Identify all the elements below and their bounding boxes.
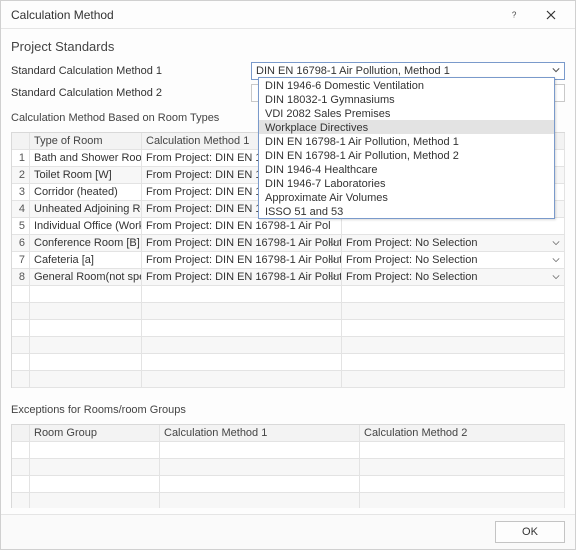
std1-label: Standard Calculation Method 1 bbox=[11, 65, 251, 77]
exceptions-title: Exceptions for Rooms/room Groups bbox=[11, 404, 565, 416]
row-m2[interactable]: From Project: No Selection bbox=[342, 252, 565, 269]
col-idx[interactable] bbox=[12, 133, 30, 150]
row-type: Conference Room [B] bbox=[30, 235, 142, 252]
dropdown-option[interactable]: DIN 18032-1 Gymnasiums bbox=[259, 92, 554, 106]
row-idx: 6 bbox=[12, 235, 30, 252]
std1-dropdown-list[interactable]: DIN 1946-6 Domestic VentilationDIN 18032… bbox=[258, 77, 555, 219]
row-type: Cafeteria [a] bbox=[30, 252, 142, 269]
col-type[interactable]: Type of Room bbox=[30, 133, 142, 150]
row-type: Unheated Adjoining Room bbox=[30, 201, 142, 218]
table-row bbox=[12, 337, 565, 354]
table-row bbox=[12, 476, 565, 493]
exceptions-grid: Room Group Calculation Method 1 Calculat… bbox=[11, 424, 565, 508]
close-button[interactable] bbox=[533, 4, 569, 26]
dropdown-option[interactable]: VDI 2082 Sales Premises bbox=[259, 106, 554, 120]
chevron-down-icon[interactable] bbox=[327, 254, 339, 266]
row-idx: 1 bbox=[12, 150, 30, 167]
dropdown-option[interactable]: Workplace Directives bbox=[259, 120, 554, 134]
row-idx: 8 bbox=[12, 269, 30, 286]
table-row bbox=[12, 354, 565, 371]
table-row[interactable]: 8General Room(not specified)From Project… bbox=[12, 269, 565, 286]
table-row bbox=[12, 442, 565, 459]
table-row bbox=[12, 286, 565, 303]
row-m1[interactable]: From Project: DIN EN 16798-1 Air Polluti… bbox=[142, 269, 342, 286]
dropdown-option[interactable]: ISSO 51 and 53 bbox=[259, 204, 554, 218]
row-type: Corridor (heated) bbox=[30, 184, 142, 201]
row-idx: 7 bbox=[12, 252, 30, 269]
chevron-down-icon[interactable] bbox=[327, 237, 339, 249]
row-m1[interactable]: From Project: DIN EN 16798-1 Air Polluti… bbox=[142, 252, 342, 269]
chevron-down-icon[interactable] bbox=[550, 237, 562, 249]
ok-button[interactable]: OK bbox=[495, 521, 565, 543]
table-row[interactable]: 7Cafeteria [a]From Project: DIN EN 16798… bbox=[12, 252, 565, 269]
row-idx: 2 bbox=[12, 167, 30, 184]
std1-value: DIN EN 16798-1 Air Pollution, Method 1 bbox=[256, 65, 450, 77]
row-m2[interactable]: From Project: No Selection bbox=[342, 235, 565, 252]
help-button[interactable]: ? bbox=[497, 4, 533, 26]
chevron-down-icon[interactable] bbox=[550, 254, 562, 266]
dropdown-option[interactable]: DIN 1946-7 Laboratories bbox=[259, 176, 554, 190]
dropdown-option[interactable]: DIN EN 16798-1 Air Pollution, Method 2 bbox=[259, 148, 554, 162]
ex-col-m2[interactable]: Calculation Method 2 bbox=[360, 425, 565, 442]
table-row[interactable]: 6Conference Room [B]From Project: DIN EN… bbox=[12, 235, 565, 252]
row-type: Toilet Room [W] bbox=[30, 167, 142, 184]
row-m1[interactable]: From Project: DIN EN 16798-1 Air Polluti… bbox=[142, 235, 342, 252]
chevron-down-icon[interactable] bbox=[550, 271, 562, 283]
table-row bbox=[12, 303, 565, 320]
row-type: Individual Office (Working Pla… bbox=[30, 218, 142, 235]
row-type: General Room(not specified) bbox=[30, 269, 142, 286]
table-row bbox=[12, 459, 565, 476]
chevron-down-icon[interactable] bbox=[327, 271, 339, 283]
table-row[interactable]: 5Individual Office (Working Pla…From Pro… bbox=[12, 218, 565, 235]
svg-text:?: ? bbox=[512, 10, 517, 19]
row-m2[interactable]: From Project: No Selection bbox=[342, 269, 565, 286]
dropdown-option[interactable]: DIN 1946-6 Domestic Ventilation bbox=[259, 78, 554, 92]
ex-col-m1[interactable]: Calculation Method 1 bbox=[160, 425, 360, 442]
row-idx: 5 bbox=[12, 218, 30, 235]
row-idx: 3 bbox=[12, 184, 30, 201]
row-m1[interactable]: From Project: DIN EN 16798-1 Air Pol bbox=[142, 218, 342, 235]
row-type: Bath and Shower Room (Priv… bbox=[30, 150, 142, 167]
std2-label: Standard Calculation Method 2 bbox=[11, 87, 251, 99]
project-standards-title: Project Standards bbox=[11, 39, 565, 54]
row-idx: 4 bbox=[12, 201, 30, 218]
dropdown-option[interactable]: Approximate Air Volumes bbox=[259, 190, 554, 204]
table-row bbox=[12, 493, 565, 508]
table-row bbox=[12, 320, 565, 337]
row-m2[interactable] bbox=[342, 218, 565, 235]
window-title: Calculation Method bbox=[11, 8, 497, 22]
dropdown-option[interactable]: DIN EN 16798-1 Air Pollution, Method 1 bbox=[259, 134, 554, 148]
ex-col-rg[interactable]: Room Group bbox=[30, 425, 160, 442]
chevron-down-icon bbox=[552, 65, 560, 77]
dropdown-option[interactable]: DIN 1946-4 Healthcare bbox=[259, 162, 554, 176]
ex-col-idx[interactable] bbox=[12, 425, 30, 442]
table-row bbox=[12, 371, 565, 388]
